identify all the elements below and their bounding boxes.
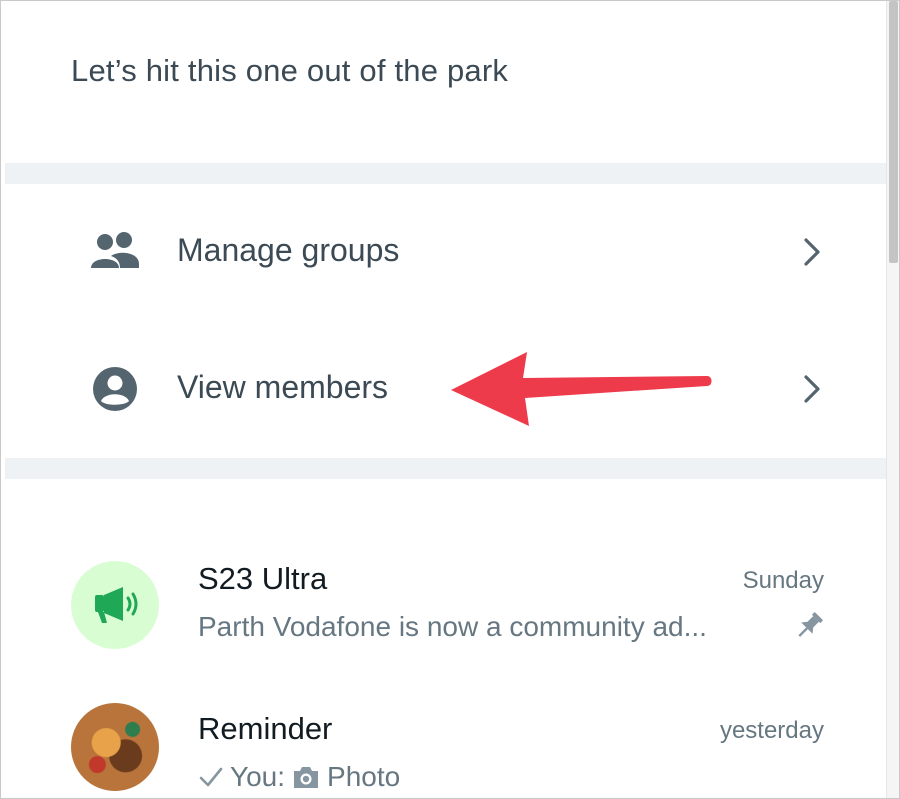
camera-icon bbox=[294, 767, 319, 788]
section-divider bbox=[5, 163, 886, 184]
chat-timestamp: yesterday bbox=[719, 717, 824, 744]
megaphone-icon bbox=[95, 587, 138, 623]
community-description-section: Let’s hit this one out of the park bbox=[5, 1, 886, 163]
account-circle-icon bbox=[93, 367, 137, 411]
chat-timestamp: Sunday bbox=[742, 567, 824, 594]
community-announcements-avatar bbox=[71, 561, 159, 649]
chevron-right-icon bbox=[804, 238, 820, 266]
chevron-right-icon bbox=[804, 375, 820, 403]
community-description: Let’s hit this one out of the park bbox=[71, 53, 509, 88]
pin-icon bbox=[798, 612, 823, 637]
sent-check-icon bbox=[199, 767, 223, 787]
groups-icon bbox=[91, 232, 139, 268]
manage-groups-label: Manage groups bbox=[177, 232, 400, 268]
chat-preview-text: Parth Vodafone is now a community ad... bbox=[198, 611, 707, 642]
chat-preview: You: Photo bbox=[198, 761, 400, 793]
app-window: Let’s hit this one out of the park Manag… bbox=[0, 0, 900, 799]
chat-preview-text: Photo bbox=[327, 761, 401, 792]
chat-sender: You: bbox=[230, 761, 286, 792]
chat-list-item[interactable]: Reminder yesterday You: Photo bbox=[5, 691, 886, 798]
chat-name: S23 Ultra bbox=[198, 561, 328, 596]
chat-list-item[interactable]: S23 Ultra Sunday Parth Vodafone is now a… bbox=[5, 541, 886, 659]
chat-avatar bbox=[71, 703, 159, 791]
scrollbar[interactable] bbox=[886, 1, 899, 798]
annotation-arrow-icon bbox=[451, 352, 712, 426]
scrollbar-thumb[interactable] bbox=[889, 1, 898, 263]
chat-name: Reminder bbox=[198, 711, 333, 746]
chat-preview: Parth Vodafone is now a community ad... bbox=[198, 611, 707, 643]
view-members-label: View members bbox=[177, 369, 389, 405]
section-divider bbox=[5, 458, 886, 479]
manage-groups-button[interactable]: Manage groups bbox=[5, 184, 886, 320]
community-panel: Let’s hit this one out of the park Manag… bbox=[5, 1, 886, 798]
